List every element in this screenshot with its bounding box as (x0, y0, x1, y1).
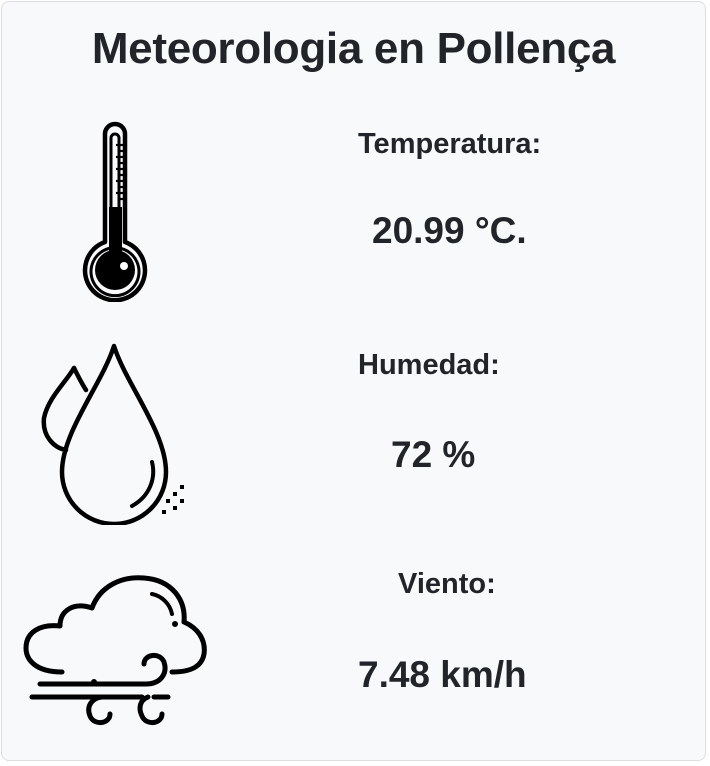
wind-label: Viento: (398, 568, 496, 600)
page-title: Meteorologia en Pollença (91, 24, 616, 73)
humidity-value: 72 % (391, 434, 476, 475)
weather-card: Meteorologia en Pollença Temperatura: 20… (1, 1, 706, 761)
wind-value: 7.48 km/h (358, 654, 527, 695)
thermometer-icon (80, 120, 150, 303)
humidity-label: Humedad: (358, 349, 500, 381)
water-drops-icon (40, 340, 190, 527)
cloud-wind-icon (22, 574, 208, 732)
temperature-value: 20.99 °C. (372, 210, 527, 251)
temperature-label: Temperatura: (358, 128, 542, 160)
